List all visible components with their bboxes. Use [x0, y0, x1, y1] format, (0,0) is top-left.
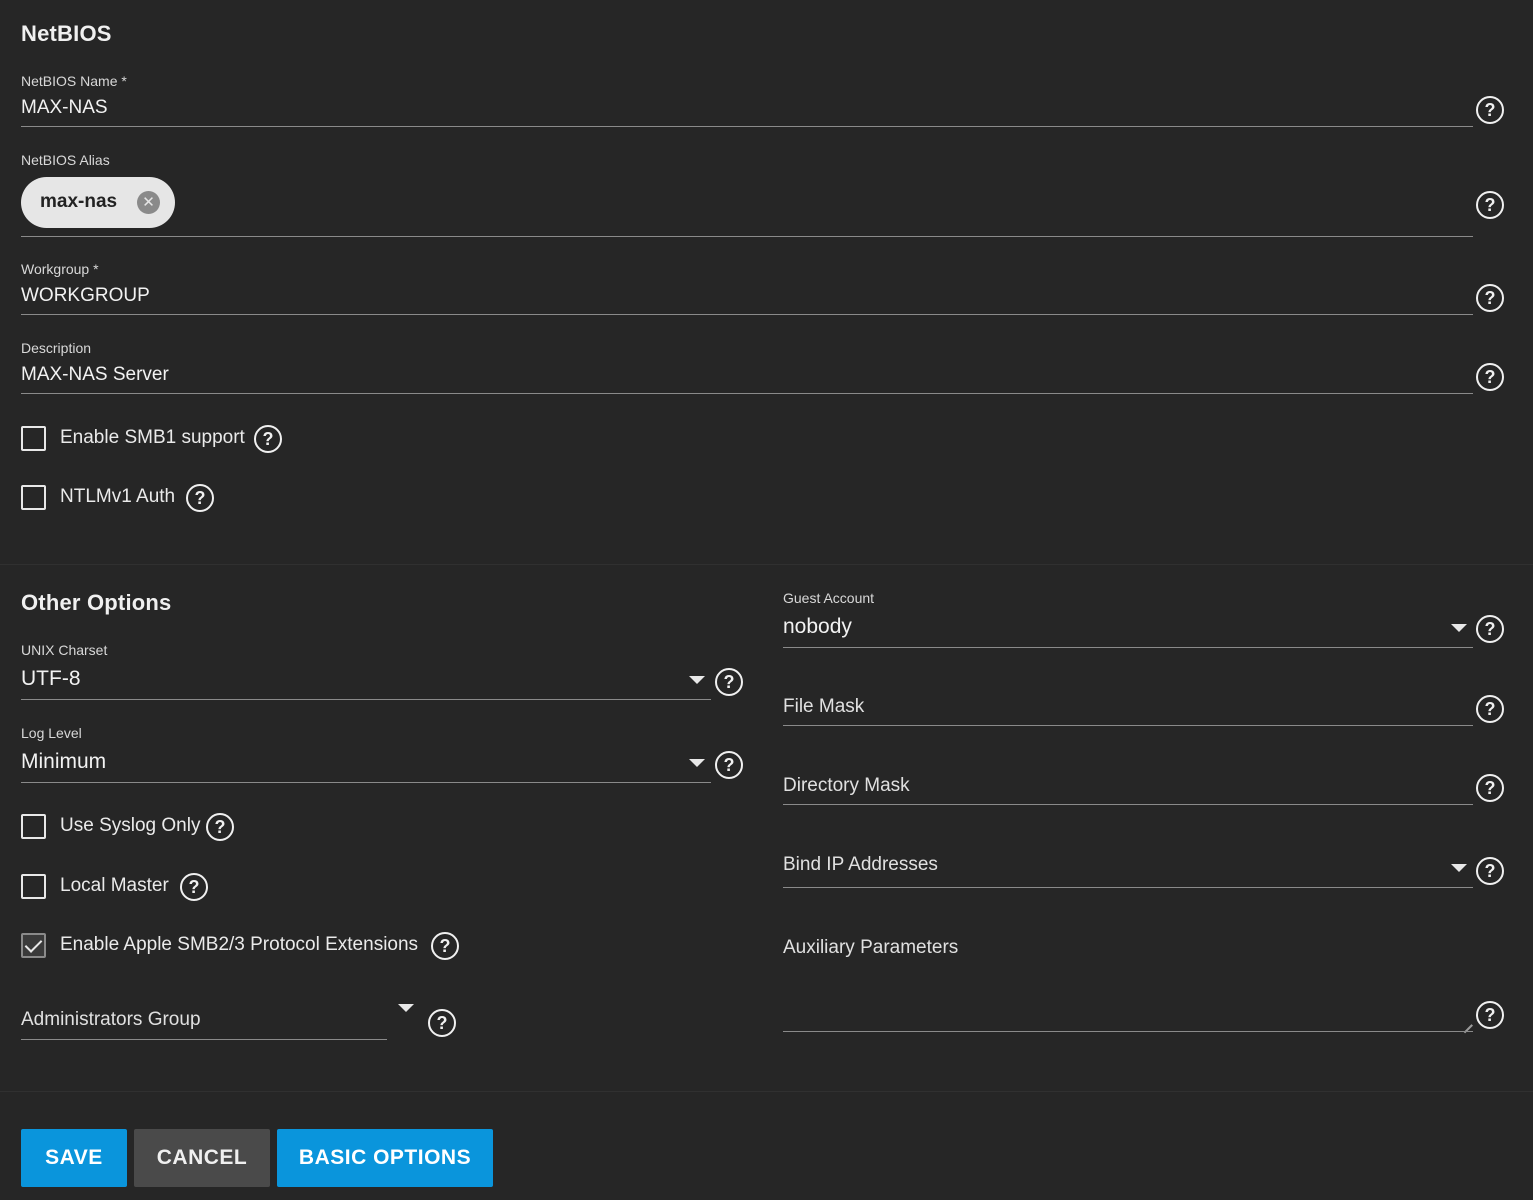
ntlmv1-label[interactable]: NTLMv1 Auth [60, 486, 175, 508]
textarea-resize-handle[interactable] [1462, 1016, 1472, 1026]
workgroup-label: Workgroup * [21, 261, 99, 277]
unix-charset-help-icon[interactable]: ? [715, 668, 743, 696]
admin-group-select[interactable]: Administrators Group [21, 1009, 201, 1031]
local-master-help-icon[interactable]: ? [180, 873, 208, 901]
netbios-name-help-icon[interactable]: ? [1476, 96, 1504, 124]
description-underline [21, 393, 1473, 394]
other-options-title: Other Options [21, 590, 172, 615]
guest-account-help-icon[interactable]: ? [1476, 615, 1504, 643]
syslog-only-label[interactable]: Use Syslog Only [60, 815, 200, 837]
basic-options-button[interactable]: BASIC OPTIONS [277, 1129, 493, 1187]
guest-account-underline [783, 647, 1473, 648]
workgroup-help-icon[interactable]: ? [1476, 284, 1504, 312]
admin-group-dropdown-icon[interactable] [398, 1004, 414, 1012]
admin-group-underline [21, 1039, 387, 1040]
unix-charset-dropdown-icon[interactable] [689, 676, 705, 684]
apple-ext-help-icon[interactable]: ? [431, 932, 459, 960]
guest-account-dropdown-icon[interactable] [1451, 624, 1467, 632]
log-level-select[interactable]: Minimum [21, 750, 106, 774]
ntlmv1-checkbox[interactable] [21, 485, 46, 510]
log-level-dropdown-icon[interactable] [689, 759, 705, 767]
description-input[interactable]: MAX-NAS Server [21, 364, 169, 386]
netbios-name-input[interactable]: MAX-NAS [21, 97, 108, 119]
save-button[interactable]: SAVE [21, 1129, 127, 1187]
bind-ip-help-icon[interactable]: ? [1476, 857, 1504, 885]
guest-account-label: Guest Account [783, 590, 875, 606]
guest-account-select[interactable]: nobody [783, 615, 852, 639]
smb1-help-icon[interactable]: ? [254, 425, 282, 453]
netbios-name-label: NetBIOS Name * [21, 73, 127, 89]
syslog-only-checkbox[interactable] [21, 814, 46, 839]
unix-charset-select[interactable]: UTF-8 [21, 667, 81, 691]
apple-ext-checkbox[interactable] [21, 933, 46, 958]
directory-mask-underline [783, 804, 1473, 805]
aux-params-underline [783, 1031, 1473, 1032]
bind-ip-underline [783, 887, 1473, 888]
description-label: Description [21, 340, 92, 356]
netbios-alias-underline [21, 236, 1473, 237]
chip-remove-icon[interactable]: ✕ [137, 191, 160, 214]
description-help-icon[interactable]: ? [1476, 363, 1504, 391]
smb1-checkbox[interactable] [21, 426, 46, 451]
cancel-button[interactable]: CANCEL [134, 1129, 270, 1187]
directory-mask-input[interactable]: Directory Mask [783, 775, 910, 797]
netbios-alias-chip-text: max-nas [40, 191, 118, 212]
admin-group-help-icon[interactable]: ? [428, 1009, 456, 1037]
syslog-only-help-icon[interactable]: ? [206, 813, 234, 841]
workgroup-input[interactable]: WORKGROUP [21, 285, 150, 307]
netbios-alias-label: NetBIOS Alias [21, 152, 110, 168]
bind-ip-dropdown-icon[interactable] [1451, 864, 1467, 872]
netbios-alias-help-icon[interactable]: ? [1476, 191, 1504, 219]
workgroup-underline [21, 314, 1473, 315]
netbios-name-underline [21, 126, 1473, 127]
actions-divider [0, 1091, 1533, 1092]
local-master-checkbox[interactable] [21, 874, 46, 899]
bind-ip-select[interactable]: Bind IP Addresses [783, 854, 938, 876]
aux-params-textarea[interactable]: Auxiliary Parameters [783, 937, 958, 959]
aux-params-help-icon[interactable]: ? [1476, 1001, 1504, 1029]
directory-mask-help-icon[interactable]: ? [1476, 774, 1504, 802]
log-level-label: Log Level [21, 725, 82, 741]
file-mask-underline [783, 725, 1473, 726]
ntlmv1-help-icon[interactable]: ? [186, 484, 214, 512]
netbios-section-title: NetBIOS [21, 21, 112, 46]
netbios-alias-chip[interactable]: max-nas ✕ [21, 177, 175, 228]
file-mask-help-icon[interactable]: ? [1476, 695, 1504, 723]
file-mask-input[interactable]: File Mask [783, 696, 864, 718]
section-divider [0, 564, 1533, 565]
log-level-help-icon[interactable]: ? [715, 751, 743, 779]
unix-charset-label: UNIX Charset [21, 642, 108, 658]
unix-charset-underline [21, 699, 711, 700]
log-level-underline [21, 782, 711, 783]
smb1-label[interactable]: Enable SMB1 support [60, 427, 245, 449]
local-master-label[interactable]: Local Master [60, 875, 169, 897]
apple-ext-label[interactable]: Enable Apple SMB2/3 Protocol Extensions [60, 934, 418, 956]
